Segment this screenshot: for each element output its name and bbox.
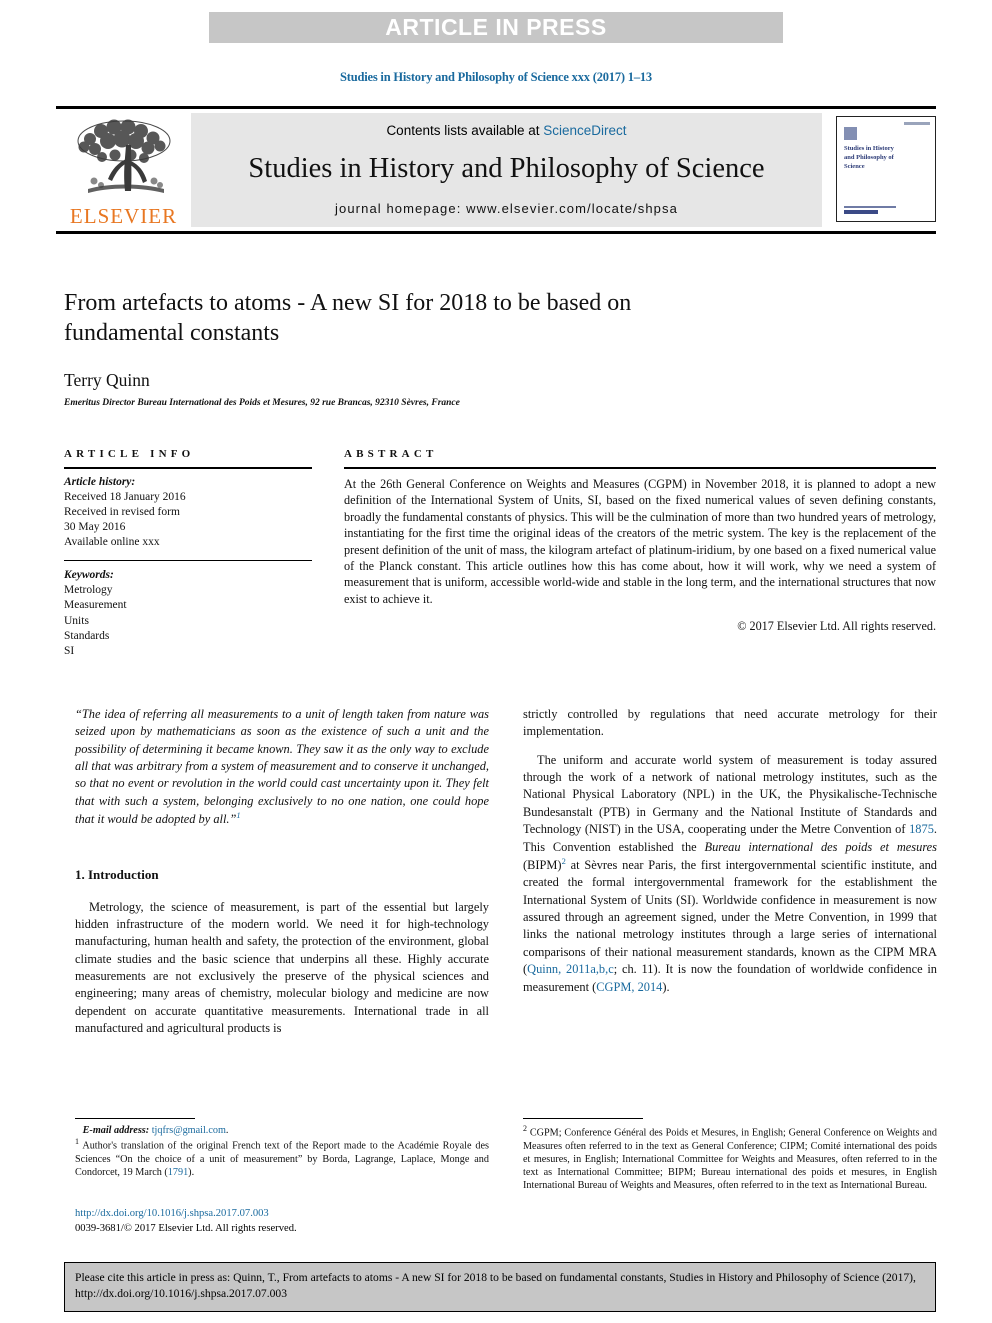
para-seg-c: (BIPM) <box>523 858 562 872</box>
author-name: Terry Quinn <box>64 370 150 391</box>
cover-title-text: Studies in History and Philosophy of Sci… <box>844 145 894 170</box>
paragraph-world-system: The uniform and accurate world system of… <box>523 752 937 996</box>
footnote-column-right: 2 CGPM; Conference Général des Poids et … <box>523 1118 937 1193</box>
journal-cover-thumbnail[interactable]: Studies in History and Philosophy of Sci… <box>836 116 936 222</box>
intro-paragraph: Metrology, the science of measurement, i… <box>75 899 489 1036</box>
footnote-separator-rule-right <box>523 1118 643 1119</box>
journal-homepage-link[interactable]: journal homepage: www.elsevier.com/locat… <box>335 201 678 216</box>
cover-footer-line-1 <box>844 205 896 208</box>
footnote-email: E-mail address: tjqfrs@gmail.com. <box>82 1125 229 1136</box>
footnote-2: 2 CGPM; Conference Général des Poids et … <box>523 1124 937 1193</box>
article-in-press-banner: ARTICLE IN PRESS <box>209 12 783 43</box>
footnote-separator-rule <box>75 1118 195 1119</box>
journal-running-head: Studies in History and Philosophy of Sci… <box>340 70 652 84</box>
elsevier-logo: ELSEVIER <box>56 109 191 231</box>
cover-emblem-icon <box>844 127 857 140</box>
keywords-block: Keywords: Metrology Measurement Units St… <box>64 568 312 658</box>
history-line: 30 May 2016 <box>64 521 126 534</box>
elsevier-tree-icon <box>68 115 180 205</box>
cover-barcode <box>904 122 930 125</box>
bipm-italic-name: Bureau international des poids et mesure… <box>704 839 938 854</box>
email-label: E-mail address: <box>82 1125 150 1136</box>
citation-footer-box: Please cite this article in press as: Qu… <box>64 1262 936 1312</box>
body-column-right: strictly controlled by regulations that … <box>523 706 937 1038</box>
author-affiliation: Emeritus Director Bureau International d… <box>64 398 460 409</box>
article-history-label: Article history: <box>64 476 136 488</box>
history-line: Received in revised form <box>64 506 180 519</box>
keyword-item: SI <box>64 644 75 657</box>
article-info-rule-top <box>64 467 312 469</box>
doi-and-issn-block: http://dx.doi.org/10.1016/j.shpsa.2017.0… <box>75 1206 505 1237</box>
keyword-item: Units <box>64 614 89 627</box>
keyword-item: Measurement <box>64 599 127 612</box>
para-seg-a: The uniform and accurate world system of… <box>523 752 937 837</box>
footnote-1-text-a: Author's translation of the original Fre… <box>75 1140 489 1179</box>
abstract-text: At the 26th General Conference on Weight… <box>344 477 936 606</box>
history-line: Received 18 January 2016 <box>64 491 186 504</box>
keywords-label: Keywords: <box>64 569 114 582</box>
footnote-column-left: E-mail address: tjqfrs@gmail.com. 1 Auth… <box>75 1118 489 1193</box>
doi-link[interactable]: http://dx.doi.org/10.1016/j.shpsa.2017.0… <box>75 1206 505 1221</box>
citation-link-quinn[interactable]: Quinn, 2011a,b,c <box>527 962 614 976</box>
footnotes-region: E-mail address: tjqfrs@gmail.com. 1 Auth… <box>75 1118 937 1193</box>
issn-copyright-line: 0039-3681/© 2017 Elsevier Ltd. All right… <box>75 1223 297 1235</box>
footnote-1-link[interactable]: 1791 <box>168 1167 188 1178</box>
contents-available-line: Contents lists available at ScienceDirec… <box>386 123 626 138</box>
article-info-column: ARTICLE INFO Article history: Received 1… <box>64 448 312 659</box>
abstract-column: ABSTRACT At the 26th General Conference … <box>344 448 936 659</box>
sciencedirect-link[interactable]: ScienceDirect <box>543 123 626 138</box>
para-seg-d: at Sèvres near Paris, the first intergov… <box>523 858 937 977</box>
article-info-heading: ARTICLE INFO <box>64 448 195 460</box>
body-column-left: “The idea of referring all measurements … <box>75 706 489 1038</box>
paragraph-continuation: strictly controlled by regulations that … <box>523 707 937 739</box>
footnote-marker-1[interactable]: 1 <box>236 810 240 820</box>
article-history-block: Article history: Received 18 January 201… <box>64 475 312 550</box>
history-line: Available online xxx <box>64 536 160 549</box>
section-heading-introduction: 1. Introduction <box>75 866 159 882</box>
title-block: From artefacts to atoms - A new SI for 2… <box>64 288 754 408</box>
article-info-rule-mid <box>64 560 312 562</box>
journal-title: Studies in History and Philosophy of Sci… <box>248 153 765 185</box>
keyword-item: Metrology <box>64 584 113 597</box>
email-link[interactable]: tjqfrs@gmail.com <box>152 1125 226 1136</box>
footnote-2-text: CGPM; Conference Général des Poids et Me… <box>523 1127 937 1192</box>
citation-link-1875[interactable]: 1875 <box>909 822 934 836</box>
epigraph-text: “The idea of referring all measurements … <box>75 707 489 827</box>
contents-prefix: Contents lists available at <box>386 123 544 138</box>
journal-band: Contents lists available at ScienceDirec… <box>191 113 822 227</box>
abstract-rule-top <box>344 467 936 469</box>
footnote-1-text-b: ). <box>188 1167 195 1179</box>
body-columns: “The idea of referring all measurements … <box>75 706 937 1038</box>
info-abstract-region: ARTICLE INFO Article history: Received 1… <box>64 448 936 659</box>
keyword-item: Standards <box>64 629 110 642</box>
copyright-line: © 2017 Elsevier Ltd. All rights reserved… <box>737 619 936 634</box>
para-seg-f: ). <box>662 979 670 994</box>
article-in-press-label: ARTICLE IN PRESS <box>385 14 607 40</box>
journal-masthead: ELSEVIER Contents lists available at Sci… <box>56 106 936 234</box>
abstract-heading: ABSTRACT <box>344 448 438 460</box>
citation-link-cgpm[interactable]: CGPM, 2014 <box>596 980 662 994</box>
cover-footer-line-2 <box>844 210 878 214</box>
citation-footer-text: Please cite this article in press as: Qu… <box>75 1271 916 1301</box>
elsevier-wordmark: ELSEVIER <box>69 204 178 228</box>
page-title: From artefacts to atoms - A new SI for 2… <box>64 290 632 347</box>
epigraph-quote: “The idea of referring all measurements … <box>75 706 489 829</box>
footnote-1: 1 Author's translation of the original F… <box>75 1137 489 1179</box>
